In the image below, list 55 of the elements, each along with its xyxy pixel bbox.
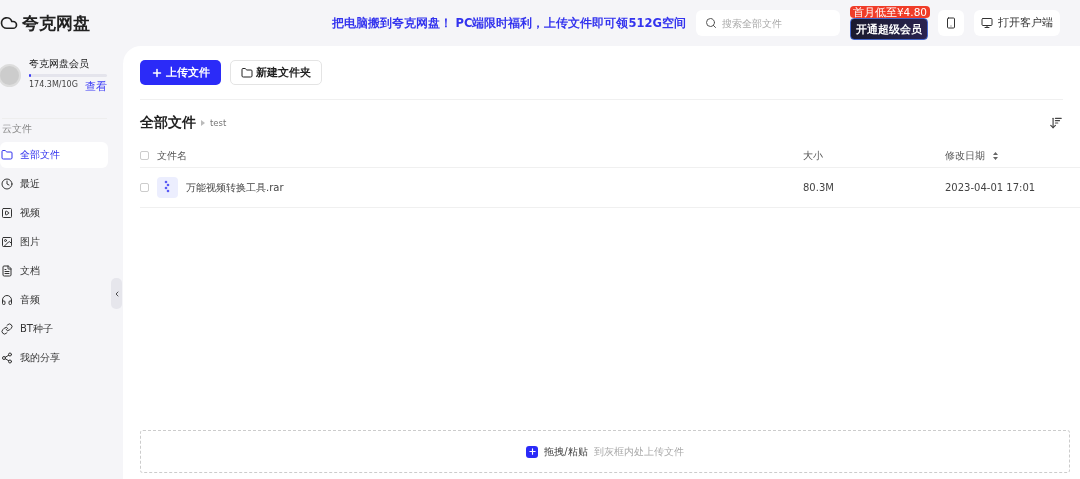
file-date: 2023-04-01 17:01 xyxy=(945,182,1037,193)
mobile-button[interactable] xyxy=(938,10,964,36)
search-field[interactable]: 搜索全部文件 xyxy=(695,10,840,36)
select-all-checkbox[interactable] xyxy=(140,151,149,160)
sidebar-icon xyxy=(1,148,13,161)
row-checkbox[interactable] xyxy=(140,183,149,192)
dropzone-action: 拖拽/粘贴 xyxy=(544,444,588,459)
monitor-icon xyxy=(981,17,993,29)
file-size: 80.3M xyxy=(803,182,835,193)
sidebar-icon xyxy=(1,235,13,248)
column-header: 文件名 xyxy=(157,148,187,163)
app-name: 夸克网盘 xyxy=(22,11,90,35)
sidebar-item[interactable]: 图片 xyxy=(0,228,108,255)
sidebar-item[interactable]: 音频 xyxy=(0,286,108,313)
avatar xyxy=(0,63,21,87)
sidebar-icon xyxy=(1,351,13,364)
plus-icon xyxy=(151,66,163,79)
storage-usage: 174.3M/10G xyxy=(29,80,78,91)
sort-icon xyxy=(1049,116,1063,130)
column-header: 大小 xyxy=(803,148,824,163)
sidebar-icon xyxy=(1,264,13,277)
vip-button[interactable]: 开通超级会员 xyxy=(850,18,928,40)
breadcrumb-arrow-icon xyxy=(201,120,205,126)
breadcrumb-current[interactable]: test xyxy=(210,118,227,128)
cloud-logo-icon xyxy=(0,14,18,32)
price-badge: 首月低至¥4.80 xyxy=(849,6,930,18)
promo-link[interactable]: 把电脑搬到夸克网盘！ PC端限时福利，上传文件即可领512G空间 xyxy=(331,15,686,31)
sidebar-item[interactable]: 文档 xyxy=(0,257,108,284)
sidebar-item[interactable]: 我的分享 xyxy=(0,344,108,371)
add-icon xyxy=(526,445,539,458)
new-folder-button[interactable]: 新建文件夹 xyxy=(230,60,322,85)
column-header: 修改日期 xyxy=(945,148,985,163)
archive-file-icon xyxy=(157,177,178,198)
folder-icon xyxy=(241,66,253,79)
dropzone-hint: 到灰框内处上传文件 xyxy=(593,444,684,459)
user-name: 夸克网盘会员 xyxy=(29,58,90,71)
sidebar-icon xyxy=(1,293,13,306)
sidebar-item[interactable]: 最近 xyxy=(0,170,108,197)
sidebar-icon xyxy=(1,177,13,190)
sidebar-item[interactable]: BT种子 xyxy=(0,315,108,342)
section-label: 云文件 xyxy=(2,118,107,136)
view-link[interactable]: 查看 xyxy=(85,80,107,92)
search-icon xyxy=(704,17,717,29)
open-client-button[interactable]: 打开客户端 xyxy=(974,10,1060,36)
breadcrumb-root[interactable]: 全部文件 xyxy=(140,114,196,132)
upload-button[interactable]: 上传文件 xyxy=(140,60,221,85)
sidebar-item[interactable]: 视频 xyxy=(0,199,108,226)
upload-dropzone[interactable]: 拖拽/粘贴 到灰框内处上传文件 xyxy=(140,430,1070,473)
collapse-handle[interactable] xyxy=(111,278,122,309)
sidebar-icon xyxy=(1,322,13,335)
sort-arrows-icon[interactable] xyxy=(993,151,998,160)
file-name: 万能视频转换工具.rar xyxy=(186,180,284,195)
sidebar-item[interactable]: 全部文件 xyxy=(0,141,108,168)
sidebar-icon xyxy=(1,206,13,219)
phone-icon xyxy=(945,17,957,29)
